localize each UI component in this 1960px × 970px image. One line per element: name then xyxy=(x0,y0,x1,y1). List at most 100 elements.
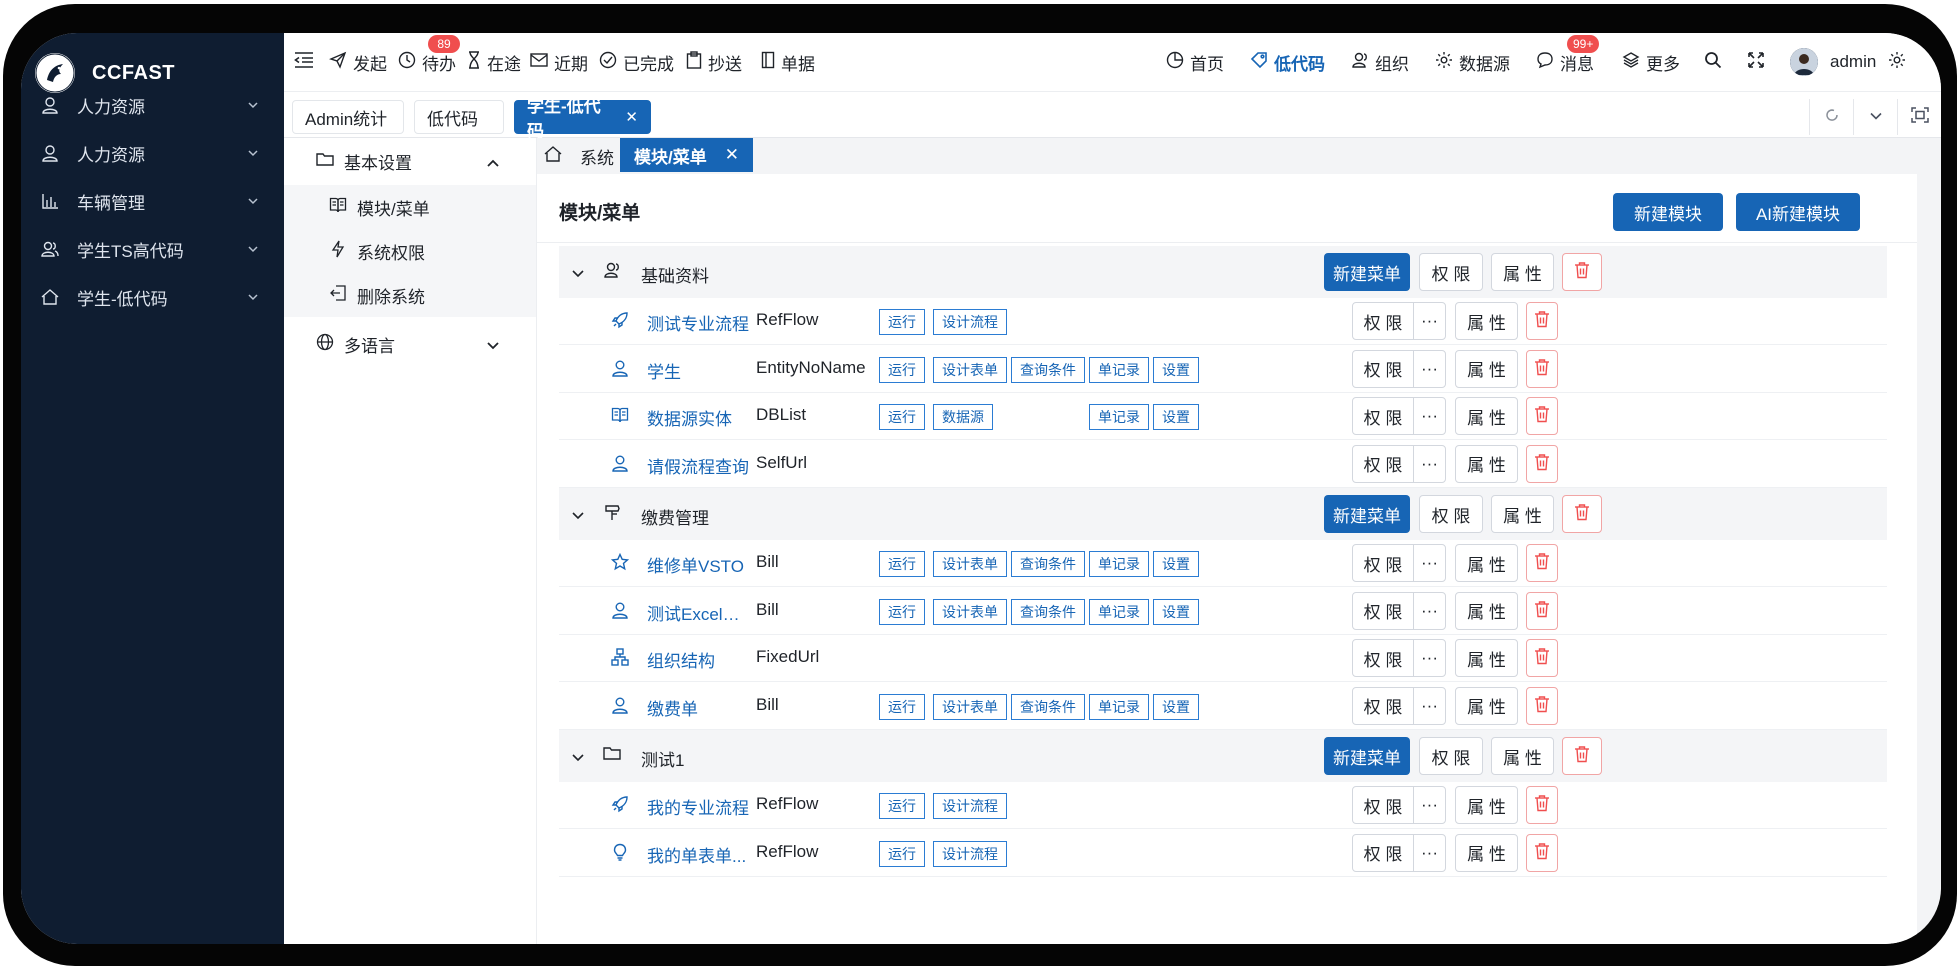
delete-button[interactable] xyxy=(1526,444,1558,483)
action-tag[interactable]: 设置 xyxy=(1153,404,1199,430)
delete-button[interactable] xyxy=(1526,686,1558,725)
permission-button[interactable]: 权 限 xyxy=(1352,349,1414,388)
delete-button[interactable] xyxy=(1562,253,1602,291)
action-tag[interactable]: 设计表单 xyxy=(933,598,1007,625)
sidebar-item-hr-2[interactable]: 人力资源 xyxy=(21,133,284,173)
menu-name-link[interactable]: 我的单表单... xyxy=(647,842,751,867)
delete-button[interactable] xyxy=(1526,833,1558,872)
action-tag[interactable]: 单记录 xyxy=(1089,356,1149,383)
action-tag[interactable]: 设计表单 xyxy=(933,693,1007,720)
close-icon[interactable]: ✕ xyxy=(625,108,638,126)
nav-module-menu[interactable]: 模块/菜单 xyxy=(284,185,536,229)
settings-button[interactable] xyxy=(1888,49,1912,75)
action-tag[interactable]: 设计表单 xyxy=(933,551,1007,577)
action-tag[interactable]: 运行 xyxy=(879,551,925,577)
nav-launch[interactable]: 发起 xyxy=(329,49,387,75)
tab-lowcode[interactable]: 低代码 xyxy=(414,100,504,134)
action-tag[interactable]: 查询条件 xyxy=(1011,356,1085,383)
action-tag[interactable]: 运行 xyxy=(879,793,925,819)
properties-button[interactable]: 属 性 xyxy=(1455,302,1518,340)
maximize-button[interactable] xyxy=(1897,99,1941,135)
properties-button[interactable]: 属 性 xyxy=(1455,833,1518,872)
permission-button[interactable]: 权 限 xyxy=(1352,591,1414,630)
delete-button[interactable] xyxy=(1526,591,1558,630)
more-button[interactable]: ··· xyxy=(1413,591,1446,630)
menu-name-link[interactable]: 维修单VSTO xyxy=(647,552,751,577)
menu-name-link[interactable]: 组织结构 xyxy=(647,647,751,672)
module-header[interactable]: 基础资料 新建菜单权 限属 性 xyxy=(559,246,1887,298)
menu-name-link[interactable]: 缴费单 xyxy=(647,695,751,720)
chevron-down-icon[interactable] xyxy=(571,749,585,768)
sidebar-item-student-ts[interactable]: 学生TS高代码 xyxy=(21,229,284,269)
menu-name-link[interactable]: 测试Excel导... xyxy=(647,600,751,625)
properties-button[interactable]: 属 性 xyxy=(1455,639,1518,677)
nav-todo[interactable]: 待办 89 xyxy=(398,35,460,75)
nav-home[interactable]: 首页 xyxy=(1166,49,1224,75)
permission-button[interactable]: 权 限 xyxy=(1352,444,1414,483)
delete-button[interactable] xyxy=(1526,349,1558,388)
more-button[interactable]: ··· xyxy=(1413,544,1446,582)
more-button[interactable]: ··· xyxy=(1413,833,1446,872)
action-tag[interactable]: 查询条件 xyxy=(1011,598,1085,625)
permission-button[interactable]: 权 限 xyxy=(1419,253,1483,291)
delete-button[interactable] xyxy=(1526,786,1558,824)
sidebar-item-hr-1[interactable]: 人力资源 xyxy=(21,85,284,125)
delete-button[interactable] xyxy=(1526,302,1558,340)
sidebar-item-vehicles[interactable]: 车辆管理 xyxy=(21,181,284,221)
action-tag[interactable]: 运行 xyxy=(879,840,925,867)
action-tag[interactable]: 设计表单 xyxy=(933,356,1007,383)
menu-name-link[interactable]: 学生 xyxy=(647,358,751,383)
action-tag[interactable]: 设计流程 xyxy=(933,793,1007,819)
sidebar-item-student-lowcode[interactable]: 学生-低代码 xyxy=(21,277,284,317)
properties-button[interactable]: 属 性 xyxy=(1455,397,1518,435)
nav-more[interactable]: 更多 xyxy=(1622,49,1680,75)
action-tag[interactable]: 运行 xyxy=(879,693,925,720)
action-tag[interactable]: 单记录 xyxy=(1089,598,1149,625)
nav-documents[interactable]: 单据 xyxy=(761,49,815,75)
properties-button[interactable]: 属 性 xyxy=(1455,786,1518,824)
action-tag[interactable]: 设计流程 xyxy=(933,840,1007,867)
nav-completed[interactable]: 已完成 xyxy=(599,49,674,75)
nav-system-permissions[interactable]: 系统权限 xyxy=(284,229,536,273)
nav-in-progress[interactable]: 在途 xyxy=(467,49,521,75)
breadcrumb-home[interactable]: 系统 xyxy=(544,141,614,171)
group-multilang[interactable]: 多语言 xyxy=(284,321,536,367)
menu-toggle[interactable] xyxy=(294,49,320,75)
new-menu-button[interactable]: 新建菜单 xyxy=(1324,495,1410,533)
permission-button[interactable]: 权 限 xyxy=(1352,302,1414,340)
delete-button[interactable] xyxy=(1526,639,1558,677)
delete-button[interactable] xyxy=(1526,544,1558,582)
more-button[interactable]: ··· xyxy=(1413,349,1446,388)
action-tag[interactable]: 设置 xyxy=(1153,551,1199,577)
tab-student-lowcode[interactable]: 学生-低代码 ✕ xyxy=(514,97,651,141)
more-button[interactable]: ··· xyxy=(1413,444,1446,483)
delete-button[interactable] xyxy=(1562,495,1602,533)
action-tag[interactable]: 数据源 xyxy=(933,404,993,430)
menu-name-link[interactable]: 测试专业流程 xyxy=(647,310,751,335)
chevron-down-icon[interactable] xyxy=(571,507,585,526)
menu-name-link[interactable]: 数据源实体 xyxy=(647,405,751,430)
action-tag[interactable]: 运行 xyxy=(879,598,925,625)
new-menu-button[interactable]: 新建菜单 xyxy=(1324,737,1410,775)
action-tag[interactable]: 单记录 xyxy=(1089,551,1149,577)
nav-cc[interactable]: 抄送 xyxy=(686,49,742,75)
action-tag[interactable]: 单记录 xyxy=(1089,693,1149,720)
action-tag[interactable]: 查询条件 xyxy=(1011,551,1085,577)
properties-button[interactable]: 属 性 xyxy=(1455,349,1518,388)
more-button[interactable]: ··· xyxy=(1413,397,1446,435)
nav-lowcode[interactable]: 低代码 xyxy=(1250,49,1325,75)
properties-button[interactable]: 属 性 xyxy=(1491,737,1554,775)
more-button[interactable]: ··· xyxy=(1413,639,1446,677)
nav-org[interactable]: 组织 xyxy=(1351,49,1409,75)
action-tag[interactable]: 设计流程 xyxy=(933,309,1007,335)
properties-button[interactable]: 属 性 xyxy=(1491,495,1554,533)
properties-button[interactable]: 属 性 xyxy=(1455,591,1518,630)
properties-button[interactable]: 属 性 xyxy=(1455,686,1518,725)
action-tag[interactable]: 单记录 xyxy=(1089,404,1149,430)
refresh-button[interactable] xyxy=(1809,99,1853,135)
action-tag[interactable]: 设置 xyxy=(1153,356,1199,383)
more-button[interactable]: ··· xyxy=(1413,686,1446,725)
action-tag[interactable]: 查询条件 xyxy=(1011,693,1085,720)
breadcrumb-active[interactable]: 模块/菜单 ✕ xyxy=(620,138,753,172)
user-menu[interactable]: admin xyxy=(1790,48,1876,76)
